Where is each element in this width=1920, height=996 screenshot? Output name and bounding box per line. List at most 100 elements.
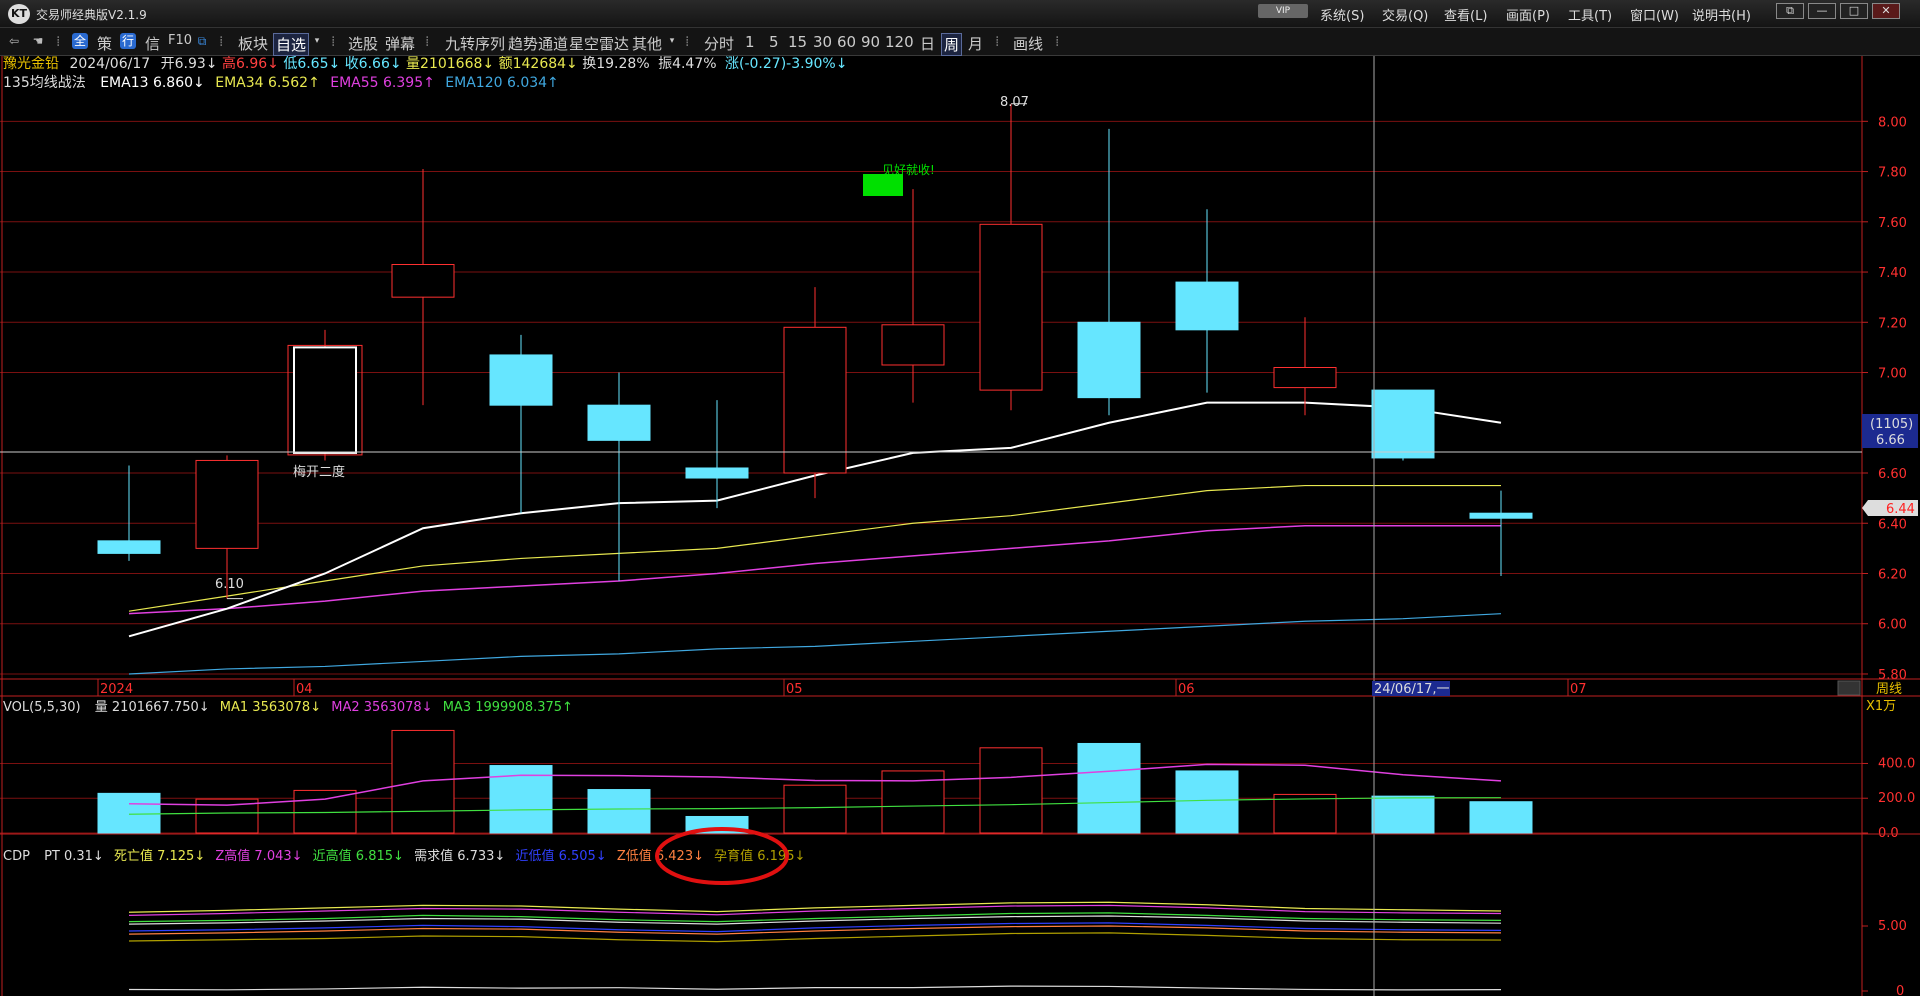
period-month[interactable]: 月 — [968, 33, 983, 54]
cdp-zgao: Z高值 7.043↓ — [215, 848, 302, 864]
cdp-line — [128, 915, 1502, 925]
quote-amplitude: 振4.47% — [658, 56, 716, 72]
price-tick-label: 7.20 — [1878, 316, 1907, 331]
menu-tools[interactable]: 工具(T) — [1568, 5, 1612, 24]
candle-body — [1175, 281, 1239, 331]
period-week[interactable]: 周 — [941, 33, 963, 56]
ema13-value: EMA13 6.860↓ — [100, 75, 205, 91]
toolbar-bankuai[interactable]: 板块 — [238, 33, 268, 54]
cdp-pt: PT 0.31↓ — [44, 849, 104, 864]
low-price-label: 6.10 — [215, 577, 244, 592]
vol-unit: X1万 — [1866, 699, 1896, 714]
period-30[interactable]: 30 — [813, 33, 832, 51]
period-5[interactable]: 5 — [769, 33, 779, 51]
toolbar-danmu[interactable]: 弹幕 — [385, 33, 415, 54]
period-day[interactable]: 日 — [920, 33, 935, 54]
menu-help[interactable]: 说明书(H) — [1692, 5, 1751, 24]
scroll-handle[interactable] — [1837, 680, 1861, 696]
period-90[interactable]: 90 — [861, 33, 880, 51]
volume-bar — [97, 792, 161, 834]
multi-window-icon[interactable]: ⧉ — [194, 33, 210, 49]
candle-body — [293, 346, 357, 454]
volume-bar — [1371, 795, 1435, 834]
cdp-yunyu: 孕育值 6.195↓ — [714, 848, 805, 864]
cdp-jingao: 近高值 6.815↓ — [313, 848, 404, 864]
candle-body — [1273, 367, 1337, 389]
f10-button[interactable]: F10 — [168, 33, 192, 48]
quote-bar: 豫光金铅 2024/06/17 开6.93↓ 高6.96↓ 低6.65↓ 收6.… — [3, 56, 847, 72]
period-60[interactable]: 60 — [837, 33, 856, 51]
volume-bar — [1175, 770, 1239, 834]
quote-amount: 额142684↓ — [499, 56, 578, 72]
toolbar-xingkong[interactable]: 星空雷达 — [569, 33, 629, 54]
volume-bar — [391, 729, 455, 834]
chevron-down-icon[interactable]: ▾ — [664, 33, 680, 49]
cdp-lines — [128, 901, 1502, 991]
title-bar: KT 交易师经典版V2.1.9 VIP 系统(S) 交易(Q) 查看(L) 画面… — [0, 0, 1920, 28]
quote-close: 收6.66↓ — [345, 56, 402, 72]
toolbar-xuangu[interactable]: 选股 — [348, 33, 378, 54]
ce-button[interactable]: 策 — [97, 33, 112, 54]
ema55-value: EMA55 6.395↑ — [330, 75, 435, 91]
candle-body — [587, 404, 651, 441]
close-icon[interactable]: ✕ — [1872, 3, 1900, 19]
toolbar-qushi[interactable]: 趋势通道 — [508, 33, 568, 54]
period-15[interactable]: 15 — [788, 33, 807, 51]
period-fenshi[interactable]: 分时 — [704, 33, 734, 54]
candle-body — [195, 459, 259, 549]
ema120-value: EMA120 6.034↑ — [445, 75, 558, 91]
price-tick-label: 7.40 — [1878, 266, 1907, 281]
quote-date: 2024/06/17 — [69, 56, 150, 72]
xin-button[interactable]: 信 — [145, 33, 160, 54]
candle-body — [489, 354, 553, 406]
hang-button[interactable]: 行 — [120, 33, 136, 49]
maximize-icon[interactable]: □ — [1840, 3, 1868, 19]
toolbar-zixuan[interactable]: 自选 — [273, 33, 310, 56]
period-120[interactable]: 120 — [885, 33, 914, 51]
price-tick-label: 6.40 — [1878, 517, 1907, 532]
chevron-down-icon[interactable]: ▾ — [309, 33, 325, 49]
candle-body — [1371, 389, 1435, 459]
menu-system[interactable]: 系统(S) — [1320, 5, 1364, 24]
vol-indicator-name: VOL(5,5,30) — [3, 700, 81, 715]
quote-open: 开6.93↓ — [161, 56, 218, 72]
period-1[interactable]: 1 — [745, 33, 755, 51]
cdp-jindi: 近低值 6.505↓ — [515, 848, 606, 864]
date-tick-label: 04 — [296, 682, 313, 697]
date-tick-label: 2024 — [100, 682, 133, 697]
vol-tick-label: 400.0 — [1878, 756, 1915, 771]
quote-turnover: 换19.28% — [582, 56, 649, 72]
crosshair-date: 24/06/17,一 — [1374, 682, 1450, 697]
app-title: 交易师经典版V2.1.9 — [36, 8, 147, 22]
candle-body — [1077, 321, 1141, 399]
menu-screen[interactable]: 画面(P) — [1506, 5, 1550, 24]
date-tick-label: 05 — [786, 682, 803, 697]
vol-tick-label: 200.0 — [1878, 791, 1915, 806]
vip-badge[interactable]: VIP — [1258, 4, 1308, 18]
quote-low: 低6.65↓ — [283, 56, 340, 72]
toolbar-huaxian[interactable]: 画线 — [1013, 33, 1043, 54]
back-arrow-icon[interactable]: ⇦ — [6, 33, 22, 49]
cdp-xuqiu: 需求值 6.733↓ — [414, 848, 505, 864]
candle-body — [97, 540, 161, 554]
ema34-value: EMA34 6.562↑ — [215, 75, 320, 91]
crosshair-price: 6.66 — [1876, 433, 1905, 448]
toolbar-qita[interactable]: 其他 — [632, 33, 662, 54]
hand-icon[interactable]: ☚ — [30, 33, 46, 49]
menu-view[interactable]: 查看(L) — [1444, 5, 1487, 24]
menu-trade[interactable]: 交易(Q) — [1382, 5, 1428, 24]
restore-window-icon[interactable]: ⧉ — [1776, 3, 1804, 19]
minimize-icon[interactable]: — — [1808, 3, 1836, 19]
quote-change: 涨(-0.27)-3.90%↓ — [725, 56, 847, 72]
cdp-siwang: 死亡值 7.125↓ — [114, 848, 205, 864]
price-tick-label: 7.80 — [1878, 166, 1907, 181]
toolbar-jiuzhuan[interactable]: 九转序列 — [445, 33, 505, 54]
vol-legend: VOL(5,5,30) 量 2101667.750↓ MA1 3563078↓ … — [3, 700, 573, 715]
period-label: 周线 — [1876, 682, 1902, 697]
indicator-name: 135均线战法 — [3, 75, 86, 91]
green-signal-marker — [863, 174, 903, 196]
quan-button[interactable]: 全 — [72, 33, 88, 49]
chart-area[interactable]: 5.80 6.00 6.20 6.40 6.60 7.00 7.20 7.40 7.60 7.80… — [0, 56, 1920, 996]
price-tick-label: 6.20 — [1878, 567, 1907, 582]
menu-window[interactable]: 窗口(W) — [1630, 5, 1679, 24]
